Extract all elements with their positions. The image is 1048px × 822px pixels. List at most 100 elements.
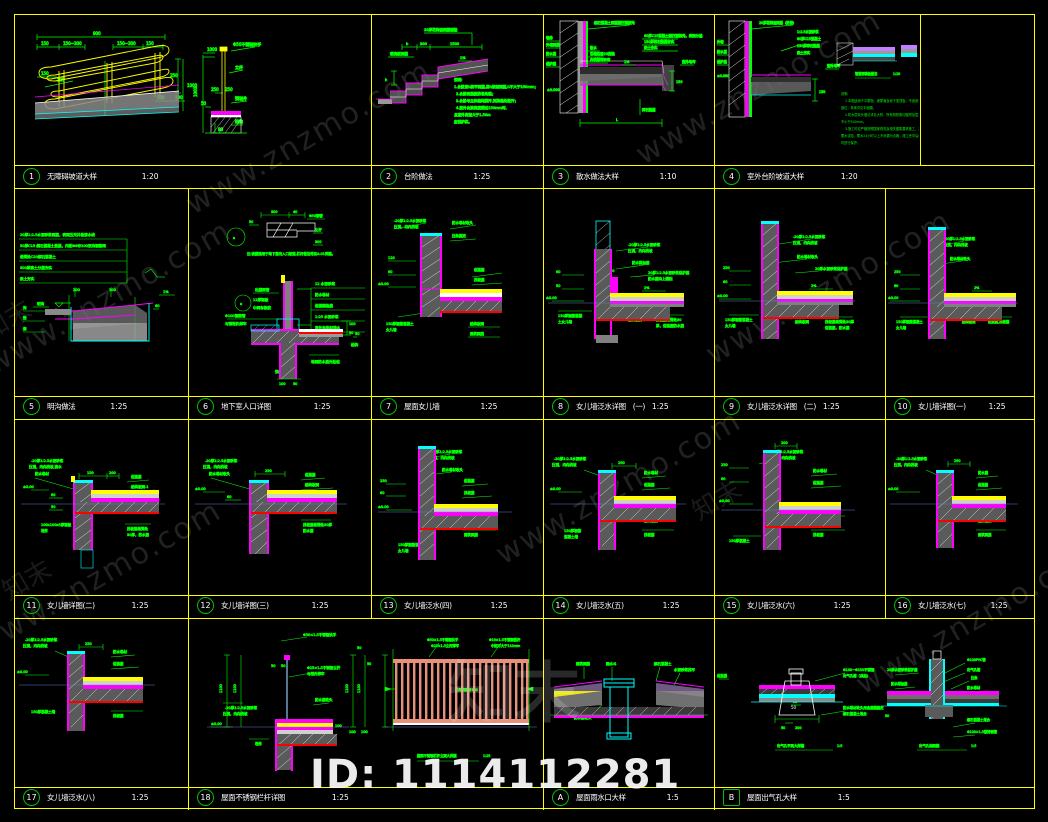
detail-drawing-6: a 300 40 Φ50钢管 立杆 300 50 注:该图适用于地下室出入口坡道,… <box>189 189 371 395</box>
svg-text:结构板面: 结构板面 <box>795 319 809 324</box>
svg-text:50: 50 <box>201 101 207 106</box>
svg-text:蓄水试验，蓄水24小时以上不渗漏为合格，施工完毕后应及: 蓄水试验，蓄水24小时以上不渗漏为合格，施工完毕后应及 <box>841 133 919 138</box>
svg-text:300: 300 <box>271 210 277 214</box>
detail-title-text: 明沟做法 <box>47 402 76 411</box>
svg-text:150: 150 <box>41 41 49 46</box>
svg-text:250: 250 <box>225 87 233 92</box>
detail-title-14: 14 女儿墙泛水(五) 1:25 <box>544 594 714 617</box>
svg-text:素土夯实: 素土夯实 <box>644 45 658 50</box>
detail-cell-3[interactable]: 墙体 外墙面层 防水层 保护层 细石混凝土面层随打随抹光 散水 沿墙边留20宽缝… <box>544 15 714 185</box>
svg-text:±0.00: ±0.00 <box>195 487 206 491</box>
detail-scale: 1:25 <box>490 601 508 610</box>
detail-cell-18[interactable]: Φ50×1.5不锈钢扶手 Φ25×1.5不锈钢立杆 与埋件焊牢 防水层收头 11… <box>189 619 543 806</box>
svg-text:60: 60 <box>556 270 560 274</box>
svg-text:防水层: 防水层 <box>717 49 728 54</box>
detail-drawing-12: -20厚1:2.5水泥砂浆 压顶，内向找坡 防水卷材收头 250 保温层 结构板… <box>189 420 371 594</box>
detail-cell-10[interactable]: -20厚1:2.5水泥砂浆 压顶，内向找坡 防水卷材收头 250 60 ±0.0… <box>886 189 1034 415</box>
svg-text:60: 60 <box>723 280 727 284</box>
svg-text:50: 50 <box>781 726 785 730</box>
svg-text:250: 250 <box>894 270 900 274</box>
svg-text:50: 50 <box>556 284 560 288</box>
detail-cell-7[interactable]: -20厚1:2.5水泥砂浆 压顶，向内找坡 防水卷材收头 压条固定 120 60… <box>372 189 543 415</box>
detail-title-text: 室外台阶坡道大样 <box>747 172 804 181</box>
detail-cell-5[interactable]: 20厚1:2.5水泥砂浆面层，表面压光并做滴水线 50厚C15 细石混凝土垫层，… <box>15 189 188 415</box>
detail-title-10: 10 女儿墙详图(一) 1:25 <box>886 395 1034 418</box>
detail-title-text: 女儿墙泛水(五) <box>576 601 624 610</box>
detail-cell-17[interactable]: -20厚1:2.5水泥砂浆 压顶，内向找坡 250 防水卷材 保温层 ±0.00… <box>15 619 188 806</box>
svg-text:1100: 1100 <box>219 684 223 693</box>
detail-scale: 1:25 <box>988 402 1006 411</box>
svg-text:±0.00: ±0.00 <box>546 296 557 300</box>
svg-text:1100: 1100 <box>233 684 237 693</box>
detail-bubble: 4 <box>723 168 740 185</box>
svg-text:预埋件: 预埋件 <box>235 95 247 101</box>
svg-text:-20厚1:2.5水泥砂浆: -20厚1:2.5水泥砂浆 <box>25 637 58 642</box>
detail-cell-4[interactable]: 20厚花岗岩面层（防滑） 外墙 防水层 保护层 ±0.000 1:2.5水泥砂浆… <box>715 15 919 185</box>
detail-drawing-10: -20厚1:2.5水泥砂浆 压顶，内向找坡 防水卷材收头 250 60 ±0.0… <box>886 189 1034 395</box>
svg-text:50: 50 <box>249 220 253 224</box>
detail-cell-9[interactable]: -20厚1:2.5水泥砂浆 压顶，内向找坡 防水卷材收头 20厚水泥砂浆保护层 … <box>715 189 885 415</box>
svg-text:Φ50钢管: Φ50钢管 <box>309 213 323 218</box>
svg-text:-20厚1:2.5水泥砂浆: -20厚1:2.5水泥砂浆 <box>394 218 427 223</box>
detail-cell-6[interactable]: a 300 40 Φ50钢管 立杆 300 50 注:该图适用于地下室出入口坡道,… <box>189 189 371 415</box>
svg-text:100: 100 <box>109 288 117 292</box>
detail-bubble: 5 <box>23 398 40 415</box>
detail-scale: 1:10 <box>659 172 677 181</box>
detail-scale: 1:25 <box>822 402 840 411</box>
svg-text:部位，具体详见平面图。: 部位，具体详见平面图。 <box>841 105 876 110</box>
svg-text:±0.00: ±0.00 <box>550 487 561 491</box>
svg-text:50: 50 <box>271 664 275 668</box>
svg-text:200: 200 <box>781 441 788 445</box>
detail-cell-8[interactable]: -20厚1:2.5水泥砂浆 压顶，内向找坡 防水附加层 20厚1:2.5水泥砂浆… <box>544 189 714 415</box>
svg-text:Φ19×1.5不锈钢竖杆: Φ19×1.5不锈钢竖杆 <box>489 637 521 642</box>
svg-text:找坡层最薄处30厚: 找坡层最薄处30厚 <box>303 522 332 527</box>
svg-text:1500: 1500 <box>450 42 460 46</box>
detail-scale: 1:25 <box>131 793 149 802</box>
svg-text:不小于500mm。: 不小于500mm。 <box>841 119 866 124</box>
svg-text:防水卷材收头: 防水卷材收头 <box>209 471 230 476</box>
svg-text:Φ50×1.5不锈钢扶手: Φ50×1.5不锈钢扶手 <box>427 637 459 642</box>
detail-cell-14[interactable]: -20厚1:2.5水泥砂浆 压顶，内向找坡 250 防水卷材 保温层 ±0.00… <box>544 420 714 614</box>
svg-text:h: h <box>385 78 387 82</box>
svg-text:防水卷材收头: 防水卷材收头 <box>442 467 463 472</box>
detail-title-text: 屋面雨水口大样 <box>576 793 626 802</box>
detail-cell-2[interactable]: 20厚花岗岩面层铺贴 b 300 1500 现浇板面层 h 1% 说明: 1.台阶宽… <box>372 15 543 185</box>
svg-text:压顶，向内找坡: 压顶，向内找坡 <box>394 224 419 229</box>
detail-cell-11[interactable]: -20厚1:2.5水泥砂浆 压顶，内向找坡,滴水 防水卷材 150 200 保温层… <box>15 420 188 614</box>
detail-cell-1[interactable]: 900 150 150~300 150~300 150 250 1000 150 立… <box>15 15 371 185</box>
detail-cell-A[interactable]: 建筑面层 雨水斗 细石混凝土 水泥砂浆找平 防水层收头 排水管 保温层 <box>544 619 714 806</box>
svg-text:保温层: 保温层 <box>978 482 989 487</box>
detail-drawing-14: -20厚1:2.5水泥砂浆 压顶，内向找坡 250 防水卷材 保温层 ±0.00… <box>544 420 714 594</box>
detail-cell-13[interactable]: -20厚1:2.5水泥砂浆 压顶，内向找坡 防水卷材收头 250 60 保温层 … <box>372 420 543 614</box>
detail-title-1: 1 无障碍坡道大样 1:20 <box>15 165 371 188</box>
svg-text:女儿墙: 女儿墙 <box>386 327 397 332</box>
detail-drawing-2: 20厚花岗岩面层铺贴 b 300 1500 现浇板面层 h 1% 说明: 1.台阶宽… <box>372 15 543 165</box>
svg-text:1100: 1100 <box>357 684 361 693</box>
svg-text:150厚钢筋混凝土: 150厚钢筋混凝土 <box>896 319 923 324</box>
svg-text:雨水斗: 雨水斗 <box>606 661 617 666</box>
svg-text:且室外高差大于1.50m: 且室外高差大于1.50m <box>454 112 491 117</box>
detail-cell-12[interactable]: -20厚1:2.5水泥砂浆 压顶，内向找坡 防水卷材收头 250 保温层 结构板… <box>189 420 371 614</box>
detail-cell-15[interactable]: -20厚1:2.5水泥砂浆 压顶，内向找坡 200 防水卷材 保温层 250 6… <box>715 420 885 614</box>
detail-title-17: 17 女儿墙泛水(八) 1:25 <box>15 786 188 809</box>
svg-text:1000: 1000 <box>207 47 218 52</box>
detail-cell-B[interactable]: Φ100~Φ150不锈钢 出气孔帽（成品） 防水卷材收头用金属箍固定 细石混凝土… <box>715 619 1034 806</box>
detail-title-text: 无障碍坡道大样 <box>47 172 97 181</box>
detail-cell-16[interactable]: -20厚1:2.5水泥砂浆 压顶，内向找坡 250 防水层 保温层 ±0.00 … <box>886 420 1034 614</box>
svg-text:1:2.5水泥砂浆: 1:2.5水泥砂浆 <box>797 29 819 34</box>
svg-text:建筑面层: 建筑面层 <box>978 532 992 537</box>
svg-text:压顶，内向找坡,滴水: 压顶，内向找坡,滴水 <box>29 464 62 469</box>
svg-text:60厚C15混凝土: 60厚C15混凝土 <box>797 36 822 41</box>
svg-text:出气孔剖面图: 出气孔剖面图 <box>919 743 940 748</box>
svg-text:20厚水泥砂浆保护层: 20厚水泥砂浆保护层 <box>815 266 848 271</box>
detail-scale: 1:25 <box>331 793 349 802</box>
svg-text:200: 200 <box>73 288 81 292</box>
svg-text:保温层: 保温层 <box>644 482 655 487</box>
svg-text:50: 50 <box>51 505 55 509</box>
svg-text:150厚钢筋混凝土: 150厚钢筋混凝土 <box>725 317 753 322</box>
detail-title-11: 11 女儿墙详图(二) 1:25 <box>15 594 188 617</box>
svg-text:保温隔热层: 保温隔热层 <box>315 303 333 308</box>
svg-text:±0.00: ±0.00 <box>378 282 389 286</box>
detail-title-suffix: (二) <box>803 402 817 411</box>
svg-text:找坡层: 找坡层 <box>644 532 655 537</box>
